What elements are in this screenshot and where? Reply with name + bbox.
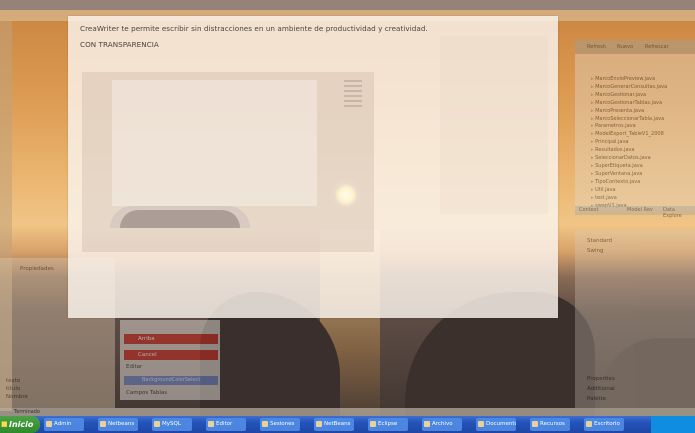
file-tree-item[interactable]: Principal.java [591,139,667,147]
file-tree-item[interactable]: TipoContexto.java [591,179,667,187]
embedded-ide-panel [440,36,548,214]
file-tree-item[interactable]: SuperEtiqueta.java [591,163,667,171]
file-tree-item[interactable]: Parametros.java [591,123,667,131]
file-tree-item[interactable]: MarcoEnvioPreview.java [591,76,667,84]
explorer-tabs: Context Model Rev Data Explore [575,206,695,219]
palette-label-editar[interactable]: Editar [126,364,142,370]
file-tree-item[interactable]: MarcoSeleccionarTabla.java [591,116,667,124]
ide-titlebar [0,0,695,10]
taskbar: Inicio Admin Netbeans MySQL Editor Sesiones N… [0,416,695,433]
taskbar-item[interactable]: Sesiones [260,418,300,431]
file-tree-item[interactable]: MarcoGenerarConsultas.java [591,84,667,92]
property-row[interactable]: titulo [6,386,20,392]
tab-context[interactable]: Context [579,207,599,213]
palette-section[interactable]: Palette [587,396,606,402]
palette-button-arriba[interactable]: Arriba [124,334,218,344]
tab-model-rev[interactable]: Model Rev [627,207,653,213]
file-tree-item[interactable]: SuperVentana.java [591,171,667,179]
taskbar-item[interactable]: Admin [44,418,84,431]
ide-statusbar: Terminado [0,408,695,416]
embedded-screenshot-toolbar [344,80,362,110]
file-tree-item[interactable]: ModelExport_TableV1_2008 [591,131,667,139]
palette-button-cancel[interactable]: Cancel [124,350,218,360]
taskbar-item[interactable]: NetBeans [314,418,354,431]
file-tree: MarcoEnvioPreview.javaMarcoGenerarConsul… [591,76,667,210]
embedded-sun [335,184,357,206]
embedded-island [120,210,240,228]
palette-selected-item[interactable]: BackgroundColorSelect [124,376,218,385]
taskbar-item[interactable]: Documento [476,418,516,431]
document-text-heading[interactable]: CON TRANSPARENCIA [80,40,159,49]
taskbar-item[interactable]: Editor [206,418,246,431]
document-text-line[interactable]: CreaWriter te permite escribir sin distr… [80,24,428,33]
status-text: Terminado [14,409,40,415]
file-tree-item[interactable]: MarcoPresenta.java [591,108,667,116]
component-palette: Arriba Cancel Editar BackgroundColorSele… [120,320,220,400]
file-tree-item[interactable]: MarcoGestionarTablas.java [591,100,667,108]
tab-data-explore[interactable]: Data Explore [663,207,695,219]
taskbar-item[interactable]: Archivo [422,418,462,431]
file-tree-item[interactable]: SeleccionarDatos.java [591,155,667,163]
explorer-new-button[interactable]: Nuevo [617,44,633,50]
palette-label-campos[interactable]: Campos Tablas [126,390,167,396]
file-tree-item[interactable]: test.java [591,195,667,203]
properties-label: Propiedades [20,266,54,272]
taskbar-item[interactable]: Netbeans [98,418,138,431]
embedded-screenshot-page [112,80,317,206]
property-row[interactable]: texto [6,378,20,384]
file-tree-item[interactable]: MarcoGestionar.java [591,92,667,100]
creawriter-window[interactable]: CreaWriter te permite escribir sin distr… [68,16,558,318]
explorer-refrescar-button[interactable]: Refrescar [645,44,669,50]
palette-section[interactable]: Standard [587,238,612,244]
palette-section[interactable]: Swing [587,248,604,254]
palette-section[interactable]: Properties [587,376,615,382]
explorer-toolbar: Refresh Nuevo Refrescar [575,40,695,54]
taskbar-item[interactable]: Eclipse [368,418,408,431]
taskbar-item[interactable]: Escritorio [584,418,624,431]
explorer-refresh-button[interactable]: Refresh [587,44,606,50]
taskbar-item[interactable]: MySQL [152,418,192,431]
start-button[interactable]: Inicio [0,416,40,433]
taskbar-item[interactable]: Recursos [530,418,570,431]
palette-panel: Standard Swing Properties Additional Pal… [575,230,695,408]
system-tray[interactable] [651,416,695,433]
palette-section[interactable]: Additional [587,386,615,392]
file-tree-item[interactable]: Util.java [591,187,667,195]
project-explorer: Refresh Nuevo Refrescar MarcoEnvioPrevie… [575,40,695,210]
file-tree-item[interactable]: Resultados.java [591,147,667,155]
property-row[interactable]: Nombre [6,394,28,400]
